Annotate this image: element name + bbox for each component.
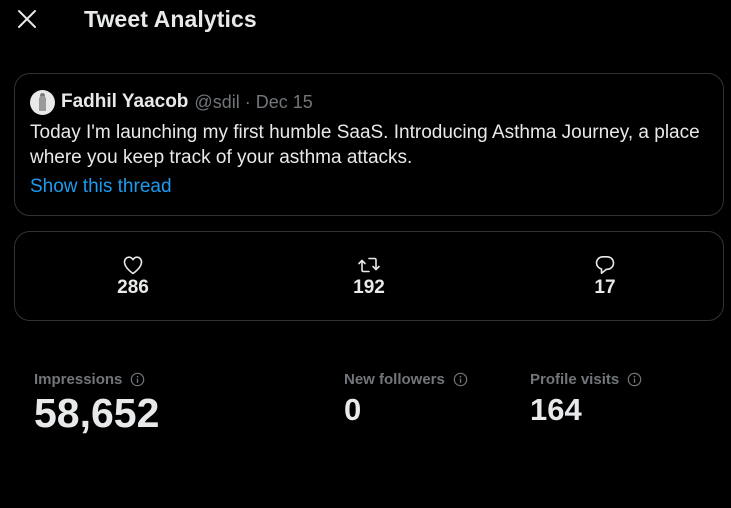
impressions-label: Impressions <box>34 371 123 388</box>
page-title: Tweet Analytics <box>84 6 257 32</box>
close-icon <box>18 10 36 28</box>
profile-visits-value: 164 <box>530 392 582 427</box>
profile-visits-metric: Profile visits 164 <box>530 371 642 428</box>
info-icon[interactable] <box>453 372 468 387</box>
profile-visits-label: Profile visits <box>530 371 620 388</box>
author-handle[interactable]: @sdil <box>194 92 239 113</box>
impressions-metric: Impressions 58,652 <box>34 371 159 437</box>
engagement-card: 286 192 17 <box>14 231 724 321</box>
author-name[interactable]: Fadhil Yaacob <box>61 91 188 113</box>
new-followers-metric: New followers 0 <box>344 371 468 428</box>
header-bar: Tweet Analytics <box>0 0 731 40</box>
likes-stat[interactable]: 286 <box>93 253 173 299</box>
replies-count: 17 <box>594 277 616 298</box>
info-icon[interactable] <box>627 372 642 387</box>
retweets-count: 192 <box>353 277 385 298</box>
new-followers-value: 0 <box>344 392 362 427</box>
tweet-meta: @sdil · Dec 15 <box>194 92 312 113</box>
meta-separator: · <box>244 91 251 112</box>
impressions-value: 58,652 <box>34 390 160 436</box>
retweets-stat[interactable]: 192 <box>329 253 409 299</box>
reply-icon <box>595 256 615 274</box>
likes-count: 286 <box>117 277 149 298</box>
close-button[interactable] <box>14 6 40 32</box>
avatar[interactable] <box>30 89 55 115</box>
tweet-header: Fadhil Yaacob @sdil · Dec 15 <box>30 89 313 115</box>
tweet-card[interactable]: Fadhil Yaacob @sdil · Dec 15 Today I'm l… <box>14 73 724 216</box>
tweet-date[interactable]: Dec 15 <box>256 92 313 113</box>
show-thread-link[interactable]: Show this thread <box>30 176 172 198</box>
new-followers-label: New followers <box>344 371 445 388</box>
heart-icon <box>123 256 143 275</box>
retweet-icon <box>358 257 380 273</box>
replies-stat[interactable]: 17 <box>565 253 645 299</box>
info-icon[interactable] <box>130 372 145 387</box>
tweet-text: Today I'm launching my first humble SaaS… <box>30 122 700 168</box>
